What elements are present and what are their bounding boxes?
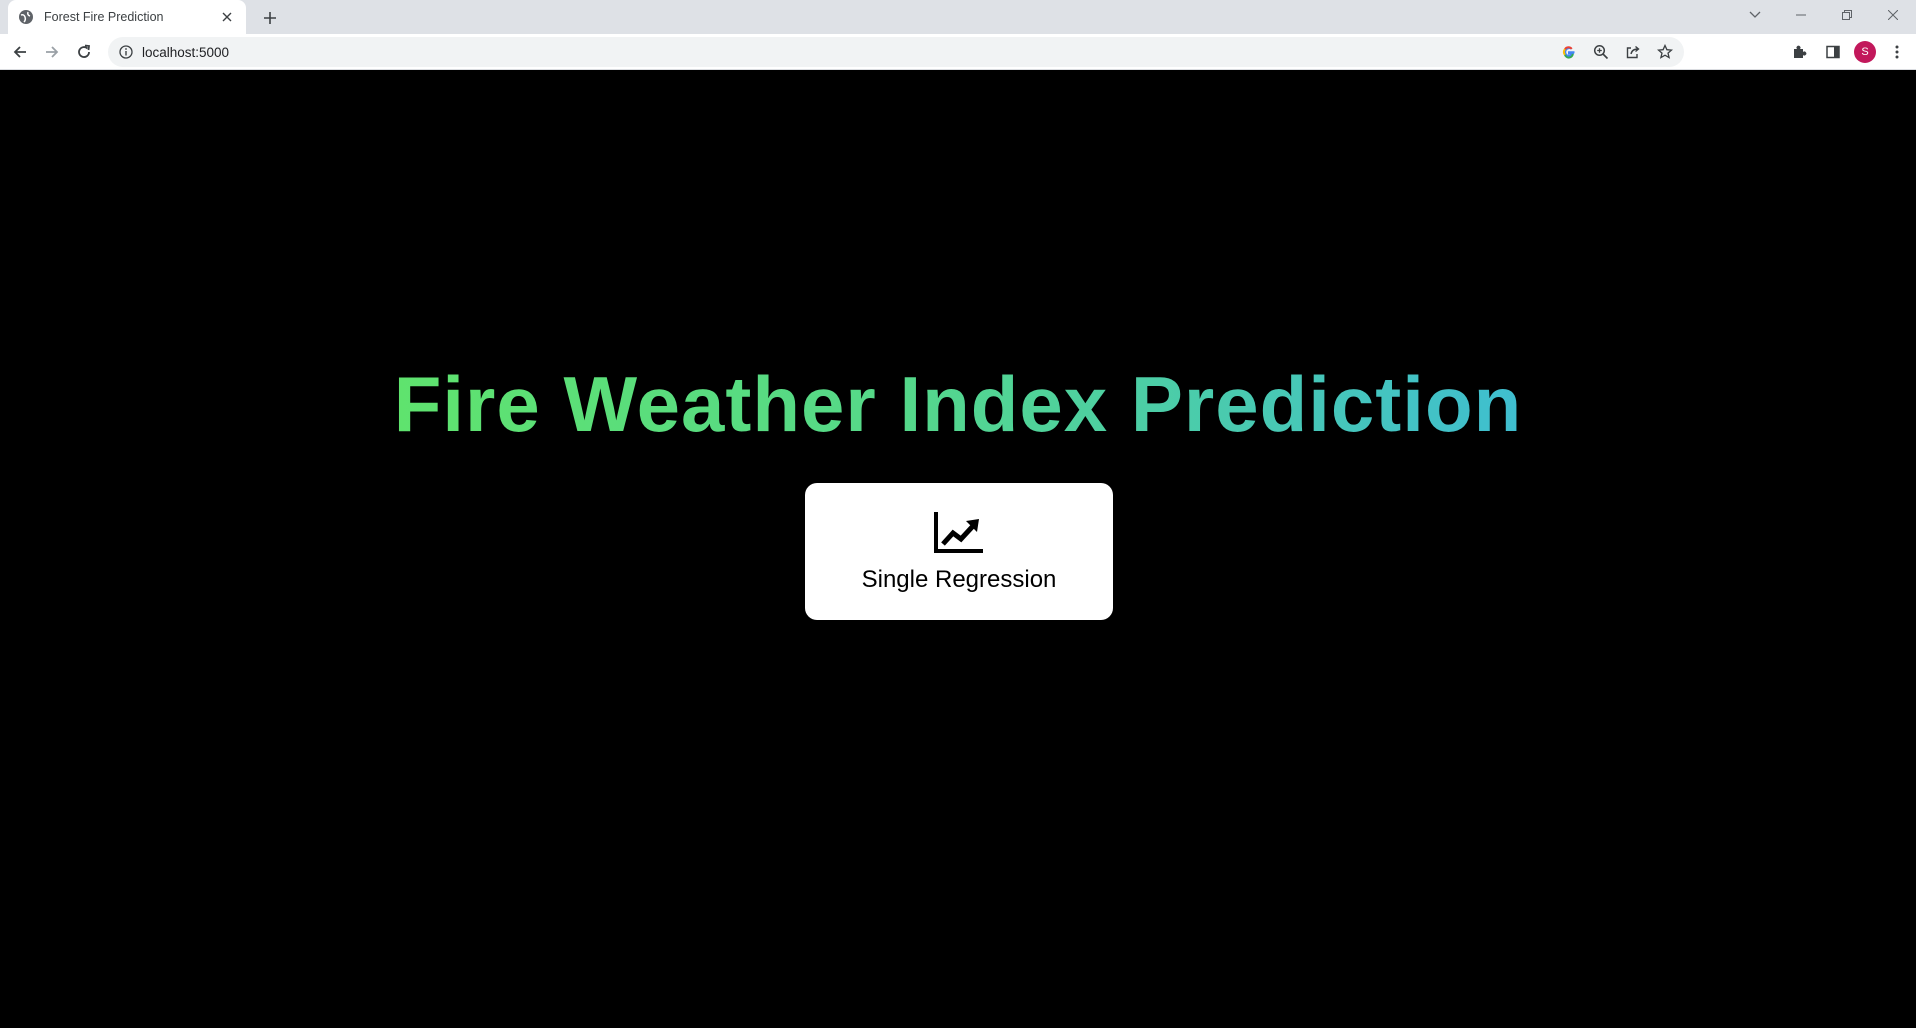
browser-tab[interactable]: Forest Fire Prediction (8, 0, 246, 34)
google-icon[interactable] (1558, 41, 1580, 63)
back-button[interactable] (6, 38, 34, 66)
reload-icon (78, 44, 91, 58)
chart-line-up-icon (934, 511, 983, 553)
reload-button[interactable] (70, 38, 98, 66)
omnibox-actions (1558, 37, 1676, 67)
url-text[interactable]: localhost:5000 (142, 45, 229, 60)
toolbar-actions: S (1786, 38, 1916, 66)
tab-strip: Forest Fire Prediction (0, 0, 1916, 34)
side-panel-icon[interactable] (1820, 39, 1846, 65)
restore-button[interactable] (1824, 0, 1870, 30)
page-title-text: Fire Weather Index Prediction (393, 360, 1523, 448)
share-icon[interactable] (1622, 41, 1644, 63)
arrow-left-icon (13, 46, 26, 58)
close-tab-icon[interactable] (218, 8, 236, 26)
info-icon[interactable] (118, 44, 134, 60)
minimize-button[interactable] (1778, 0, 1824, 30)
page-title: Fire Weather Index Prediction (0, 359, 1916, 450)
extensions-icon[interactable] (1786, 39, 1812, 65)
tab-search-button[interactable] (1732, 0, 1778, 30)
restore-icon (1842, 10, 1852, 20)
single-regression-button[interactable]: Single Regression (805, 483, 1113, 620)
window-controls (1732, 0, 1916, 30)
new-tab-button[interactable] (258, 6, 282, 30)
close-window-button[interactable] (1870, 0, 1916, 30)
zoom-icon[interactable] (1590, 41, 1612, 63)
profile-avatar[interactable]: S (1854, 41, 1876, 63)
single-regression-label: Single Regression (861, 565, 1057, 593)
forward-button[interactable] (38, 38, 66, 66)
browser-toolbar: localhost:5000 S (0, 34, 1916, 70)
chevron-down-icon (1749, 11, 1761, 18)
bookmark-star-icon[interactable] (1654, 41, 1676, 63)
globe-icon (18, 9, 34, 25)
more-menu-icon[interactable] (1884, 39, 1910, 65)
close-icon (1888, 10, 1898, 20)
address-bar[interactable]: localhost:5000 (108, 37, 1684, 67)
page-content: Fire Weather Index Prediction Single Reg… (0, 71, 1916, 1028)
tab-title: Forest Fire Prediction (44, 10, 164, 24)
arrow-right-icon (46, 46, 59, 58)
minimize-icon (1796, 14, 1806, 16)
plus-icon (264, 12, 276, 24)
